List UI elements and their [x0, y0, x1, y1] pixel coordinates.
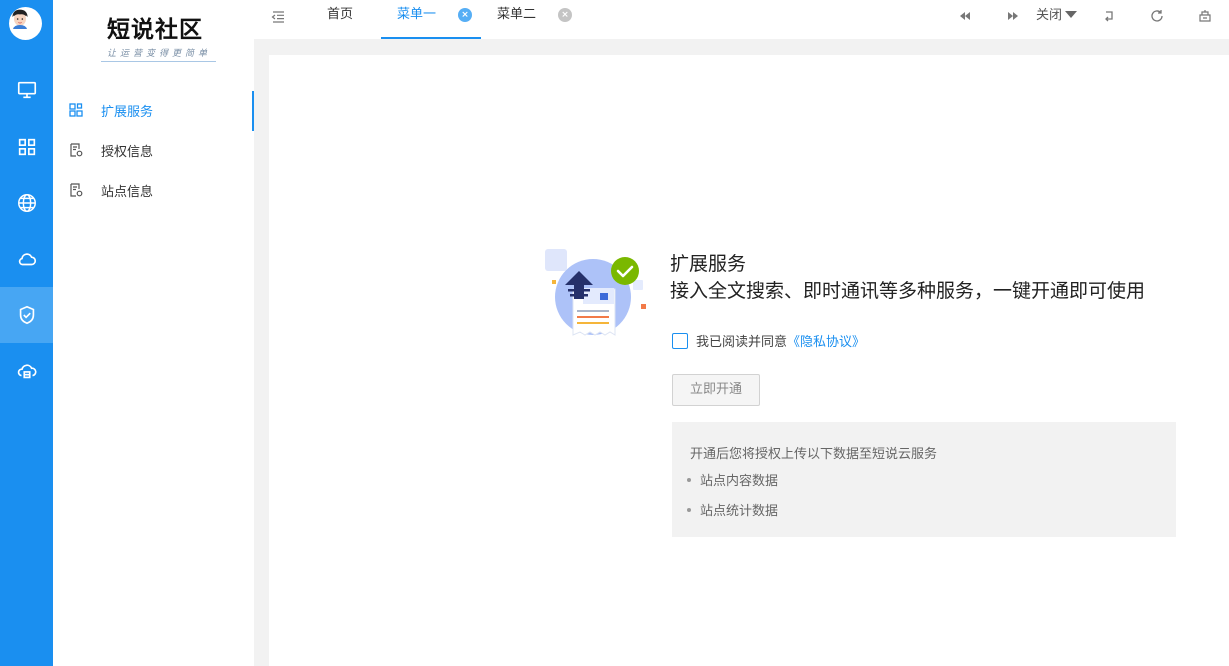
sub-sidebar: 短说社区 让运营变得更简单 扩展服务 授权信息 站点信息	[53, 0, 254, 666]
rail-item-security[interactable]	[0, 287, 53, 343]
tab-menu-one[interactable]: 菜单一	[397, 0, 436, 39]
close-tabs-dropdown[interactable]: 关闭	[1036, 0, 1078, 31]
rail-item-apps[interactable]	[0, 119, 53, 175]
agree-text: 我已阅读并同意	[696, 335, 788, 350]
agree-checkbox[interactable]	[672, 332, 688, 349]
scroll-right-icon[interactable]	[1005, 8, 1021, 24]
close-tabs-label: 关闭	[1036, 8, 1063, 23]
sidebar-item-license-info[interactable]: 授权信息	[53, 132, 254, 168]
authorization-info-box: 开通后您将授权上传以下数据至短说云服务 站点内容数据 站点统计数据	[672, 422, 1176, 537]
info-heading: 开通后您将授权上传以下数据至短说云服务	[690, 447, 938, 462]
rail-item-cloud[interactable]	[0, 231, 53, 287]
rail-item-site[interactable]	[0, 175, 53, 231]
rail-item-cloud-server[interactable]	[0, 343, 53, 399]
sidebar-active-indicator	[252, 91, 254, 131]
apps-grid-icon	[18, 138, 35, 156]
caret-down-icon	[1065, 11, 1078, 18]
brand-title: 短说社区	[107, 16, 203, 43]
avatar-icon	[9, 7, 31, 29]
document-settings-icon	[69, 143, 83, 157]
brand-underline	[101, 61, 216, 62]
bullet-icon	[687, 478, 691, 482]
activate-button[interactable]: 立即开通	[672, 374, 760, 406]
main-panel: 扩展服务 接入全文搜索、即时通讯等多种服务，一键开通即可使用 我已阅读并同意 《隐…	[269, 55, 1229, 666]
service-title: 扩展服务	[670, 253, 747, 275]
menu-collapse-icon[interactable]	[270, 9, 286, 25]
tab-bar: 首页 菜单一 × 菜单二 × 关闭	[254, 0, 1229, 39]
scroll-left-icon[interactable]	[957, 8, 973, 24]
list-item-label: 站点内容数据	[700, 474, 779, 489]
tab-menu-two[interactable]: 菜单二	[497, 0, 536, 39]
user-avatar[interactable]	[9, 7, 42, 40]
icon-rail	[0, 0, 53, 666]
monitor-icon	[17, 81, 36, 99]
sidebar-item-extension-service[interactable]: 扩展服务	[53, 92, 254, 128]
sidebar-item-site-info[interactable]: 站点信息	[53, 172, 254, 208]
brand-subtitle: 让运营变得更简单	[107, 49, 212, 59]
shield-check-icon	[19, 305, 34, 325]
extension-icon	[69, 103, 83, 117]
tab-close-icon[interactable]: ×	[458, 8, 472, 22]
privacy-policy-link[interactable]: 《隐私协议》	[787, 331, 865, 350]
home-building-icon[interactable]	[1197, 8, 1213, 24]
back-icon[interactable]	[1102, 8, 1118, 24]
bullet-icon	[687, 508, 691, 512]
active-tab-indicator	[381, 37, 481, 39]
upload-service-illustration	[545, 249, 646, 336]
document-settings-icon	[69, 183, 83, 197]
list-item: 站点内容数据	[687, 470, 778, 489]
service-description: 接入全文搜索、即时通讯等多种服务，一键开通即可使用	[670, 280, 1146, 302]
list-item: 站点统计数据	[687, 500, 778, 519]
privacy-agreement: 我已阅读并同意 《隐私协议》	[672, 331, 865, 350]
refresh-icon[interactable]	[1149, 8, 1165, 24]
sidebar-item-label: 扩展服务	[101, 104, 154, 120]
sidebar-item-label: 站点信息	[101, 184, 154, 200]
cloud-server-icon	[17, 364, 37, 379]
globe-icon	[17, 194, 36, 212]
tab-close-icon[interactable]: ×	[558, 8, 572, 22]
list-item-label: 站点统计数据	[700, 504, 779, 519]
tab-home[interactable]: 首页	[327, 0, 353, 39]
cloud-icon	[18, 253, 36, 266]
sidebar-item-label: 授权信息	[101, 144, 154, 160]
rail-item-dashboard[interactable]	[0, 62, 53, 118]
